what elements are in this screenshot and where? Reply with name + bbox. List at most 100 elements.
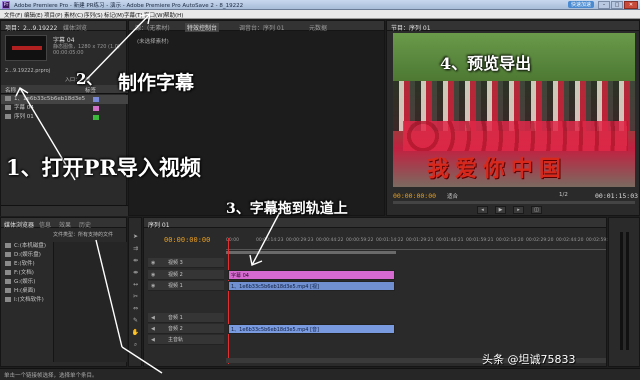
window-title: Adobe Premiere Pro - 新建 PR练习 - 演示 - Adob…	[14, 3, 244, 9]
eye-icon[interactable]: ◉	[151, 281, 155, 291]
eye-icon[interactable]: ◉	[151, 258, 155, 268]
drive-item[interactable]: E:(软件)	[1, 260, 53, 269]
program-scrubber[interactable]	[393, 201, 635, 204]
drive-icon	[5, 261, 11, 266]
drive-icon	[5, 297, 11, 302]
speaker-icon[interactable]: ◀	[151, 335, 155, 345]
tab-source[interactable]: 源：(无素材)	[135, 23, 170, 32]
video-clip[interactable]: 1、1e6b33c5b6eb18d3e5.mp4 [视]	[228, 281, 395, 291]
program-monitor-tabs: 节目：序列 01	[387, 21, 639, 32]
selection-tool-icon[interactable]: ➤	[131, 232, 140, 241]
track-name: 音频 2	[168, 326, 183, 332]
drive-item[interactable]: H:(桌面)	[1, 287, 53, 296]
project-panel: 项目：2...9.19222 媒体浏览 字幕 04 静态图像，1280 x 72…	[0, 20, 128, 216]
tab-audio-mixer[interactable]: 调音台：序列 01	[239, 23, 285, 32]
rolling-edit-tool-icon[interactable]: ⇼	[131, 268, 140, 277]
menu-item[interactable]: 帮助(H)	[164, 11, 183, 19]
tab-sequence[interactable]: 序列 01	[148, 220, 170, 229]
drive-item[interactable]: G:(娱乐)	[1, 278, 53, 287]
ruler-tick-label: 00:02:44:20	[556, 238, 584, 243]
zoom-tool-icon[interactable]: ⌕	[131, 340, 140, 349]
maximize-button[interactable]: □	[611, 1, 623, 9]
tab-project[interactable]: 项目：2...9.19222	[5, 23, 57, 32]
play-button[interactable]: ▶	[495, 206, 506, 214]
column-name[interactable]: 名称	[5, 86, 16, 94]
speed-badge[interactable]: 快速加速	[568, 1, 595, 8]
title-clip[interactable]: 字幕 04	[228, 270, 395, 280]
program-timecode-current[interactable]: 00:00:00:00	[393, 192, 436, 200]
menu-item[interactable]: 编辑(E)	[24, 11, 43, 19]
export-frame-button[interactable]: ◫	[531, 206, 542, 214]
tab-effect-controls[interactable]: 特效控制台	[185, 23, 220, 32]
tab-media-browser-top[interactable]: 媒体浏览	[63, 23, 87, 32]
eye-icon[interactable]: ◉	[151, 270, 155, 280]
tab-history[interactable]: 历史	[79, 220, 91, 229]
minimize-button[interactable]: –	[598, 1, 610, 9]
audio-clip[interactable]: 1、1e6b33c5b6eb18d3e5.mp4 [音]	[228, 324, 395, 334]
menu-item[interactable]: 项目(P)	[44, 11, 63, 19]
project-item-label-swatch[interactable]	[93, 106, 99, 111]
close-button[interactable]: ✕	[624, 1, 638, 9]
drive-item[interactable]: C:(本机磁盘)	[1, 242, 53, 251]
menu-item[interactable]: 素材(C)	[64, 11, 83, 19]
project-bottom-bar	[1, 205, 128, 216]
file-type-filter[interactable]: 文件类型：所有支持的文件	[53, 231, 113, 238]
rate-stretch-tool-icon[interactable]: ↔	[131, 280, 140, 289]
slip-tool-icon[interactable]: ⇔	[131, 304, 140, 313]
ripple-edit-tool-icon[interactable]: ⇹	[131, 256, 140, 265]
pen-tool-icon[interactable]: ✎	[131, 316, 140, 325]
track-header[interactable]: ◉ 视频 1	[148, 281, 224, 291]
menu-item[interactable]: 序列(S)	[84, 11, 103, 19]
no-clip-label: (未选择素材)	[137, 39, 169, 45]
work-area-bar[interactable]	[226, 251, 396, 254]
drive-icon	[5, 270, 11, 275]
annotation-step2: 制作字幕	[118, 72, 195, 94]
menu-item[interactable]: 字幕(T)	[124, 11, 143, 19]
clip-info: 静态图像，1280 x 720 (1.0)	[53, 44, 120, 50]
source-panel: 源：(无素材) 特效控制台 调音台：序列 01 元数据 (未选择素材)	[128, 20, 385, 216]
media-browser-tabs: 媒体浏览器 信息 效果 历史	[1, 218, 126, 229]
tab-program[interactable]: 节目：序列 01	[391, 23, 431, 32]
audio-meter-panel	[608, 217, 640, 367]
project-item[interactable]: 1、1e6b33c5b6eb18d3e5	[1, 95, 128, 104]
ruler-tick-label: 00:01:59:21	[466, 238, 494, 243]
menu-item[interactable]: 窗口(W)	[144, 11, 165, 19]
speaker-icon[interactable]: ◀	[151, 324, 155, 334]
fit-dropdown[interactable]: 适合	[447, 192, 458, 200]
drive-item[interactable]: F:(文档)	[1, 269, 53, 278]
project-item-label-swatch[interactable]	[93, 97, 99, 102]
ruler-tick-label: 00:00:14:23	[256, 238, 284, 243]
menu-item[interactable]: 标记(M)	[104, 11, 124, 19]
resolution-dropdown[interactable]: 1/2	[559, 192, 568, 198]
step-forward-button[interactable]: ▸	[513, 206, 524, 214]
track-name: 视频 3	[168, 260, 183, 266]
track-header[interactable]: ◀ 音频 2	[148, 324, 224, 334]
timeline-timecode[interactable]: 00:00:00:00	[164, 236, 210, 244]
tab-metadata[interactable]: 元数据	[309, 23, 327, 32]
drive-label: H:(桌面)	[14, 288, 36, 294]
project-item[interactable]: 序列 01	[1, 113, 128, 122]
drive-item[interactable]: D:(娱乐盘)	[1, 251, 53, 260]
tab-effects[interactable]: 效果	[59, 220, 71, 229]
project-item-label-swatch[interactable]	[93, 115, 99, 120]
watermark: 头条 @坦诚75833	[482, 353, 576, 366]
step-back-button[interactable]: ◂	[477, 206, 488, 214]
speaker-icon[interactable]: ◀	[151, 313, 155, 323]
tab-info[interactable]: 信息	[39, 220, 51, 229]
menu-item[interactable]: 文件(F)	[4, 11, 22, 19]
track-header[interactable]: ◉ 视频 2	[148, 270, 224, 280]
clip-icon	[5, 105, 11, 110]
track-header[interactable]: ◀ 主音轨	[148, 335, 224, 345]
project-item[interactable]: 字幕 04	[1, 104, 128, 113]
track-select-tool-icon[interactable]: ⇉	[131, 244, 140, 253]
tab-media-browser[interactable]: 媒体浏览器	[4, 220, 34, 229]
hand-tool-icon[interactable]: ✋	[131, 328, 140, 337]
track-header[interactable]: ◀ 音频 1	[148, 313, 224, 323]
playhead[interactable]	[228, 238, 229, 364]
razor-tool-icon[interactable]: ✂	[131, 292, 140, 301]
drive-item[interactable]: I:(文档软件)	[1, 296, 53, 305]
title-bar: Pr Adobe Premiere Pro - 新建 PR练习 - 演示 - A…	[0, 0, 640, 10]
timeline-ruler[interactable]: 00:00 00:00:14:23 00:00:29:23 00:00:44:22 00…	[226, 238, 613, 250]
track-header[interactable]: ◉ 视频 3	[148, 258, 224, 268]
dancer-skirts	[403, 121, 628, 151]
